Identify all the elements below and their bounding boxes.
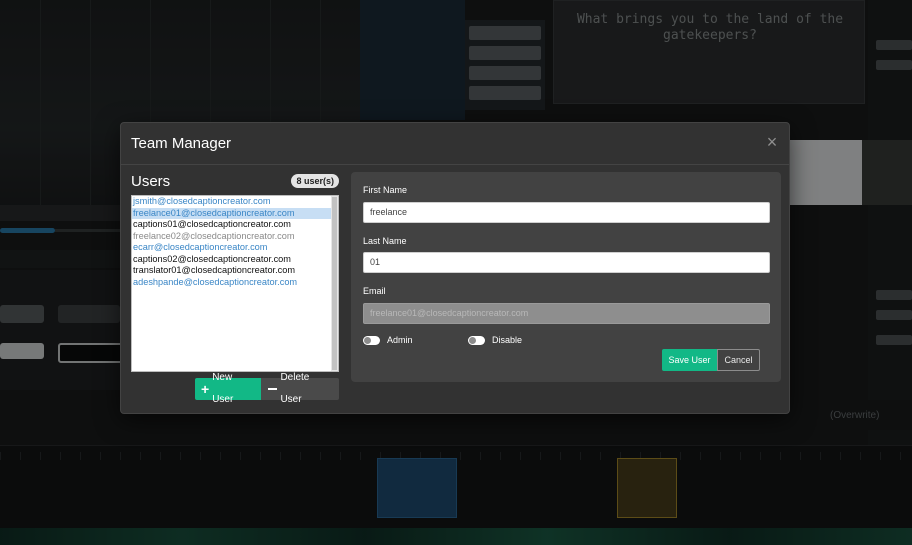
last-name-label: Last Name (363, 236, 407, 246)
modal-header: Team Manager × (121, 123, 789, 165)
new-user-button[interactable]: + New User (195, 372, 261, 405)
user-list-scrollbar[interactable] (331, 196, 338, 371)
first-name-label: First Name (363, 185, 408, 195)
user-list-item[interactable]: freelance02@closedcaptioncreator.com (132, 231, 331, 243)
admin-toggle-group: Admin (363, 335, 413, 345)
close-icon[interactable]: × (763, 133, 781, 151)
user-list-item[interactable]: captions02@closedcaptioncreator.com (132, 254, 331, 266)
user-list-item[interactable]: jsmith@closedcaptioncreator.com (132, 196, 331, 208)
users-column: Users 8 user(s) jsmith@closedcaptioncrea… (131, 173, 339, 405)
last-name-field[interactable]: 01 (363, 252, 770, 273)
admin-toggle[interactable] (363, 335, 380, 345)
minus-icon (267, 388, 278, 390)
modal-title: Team Manager (131, 135, 232, 152)
disable-toggle[interactable] (468, 335, 485, 345)
user-list-item[interactable]: freelance01@closedcaptioncreator.com (132, 207, 331, 219)
first-name-field[interactable]: freelance (363, 202, 770, 223)
user-list-item[interactable]: captions01@closedcaptioncreator.com (132, 219, 331, 231)
user-list-item[interactable]: translator01@closedcaptioncreator.com (132, 265, 331, 277)
user-form: First Name freelance Last Name 01 Email … (351, 172, 781, 382)
users-title: Users (131, 173, 171, 190)
email-field: freelance01@closedcaptioncreator.com (363, 303, 770, 324)
plus-icon: + (201, 381, 210, 397)
delete-user-button[interactable]: Delete User (260, 372, 339, 405)
disable-toggle-group: Disable (468, 335, 522, 345)
user-list-item[interactable]: adeshpande@closedcaptioncreator.com (132, 277, 331, 289)
team-manager-modal: Team Manager × Users 8 user(s) jsmith@cl… (120, 122, 790, 414)
user-list-item[interactable]: ecarr@closedcaptioncreator.com (132, 242, 331, 254)
users-count-badge: 8 user(s) (291, 174, 339, 188)
delete-user-label: Delete User (280, 372, 310, 405)
user-list-actions: + New User Delete User (195, 372, 339, 405)
save-user-button[interactable]: Save User (662, 349, 717, 371)
disable-label: Disable (492, 335, 523, 345)
user-list[interactable]: jsmith@closedcaptioncreator.com freelance… (131, 195, 339, 372)
cancel-button[interactable]: Cancel (717, 349, 760, 371)
email-label: Email (363, 286, 386, 296)
new-user-label: New User (212, 372, 234, 405)
users-header: Users 8 user(s) (131, 173, 339, 193)
admin-label: Admin (387, 335, 413, 345)
